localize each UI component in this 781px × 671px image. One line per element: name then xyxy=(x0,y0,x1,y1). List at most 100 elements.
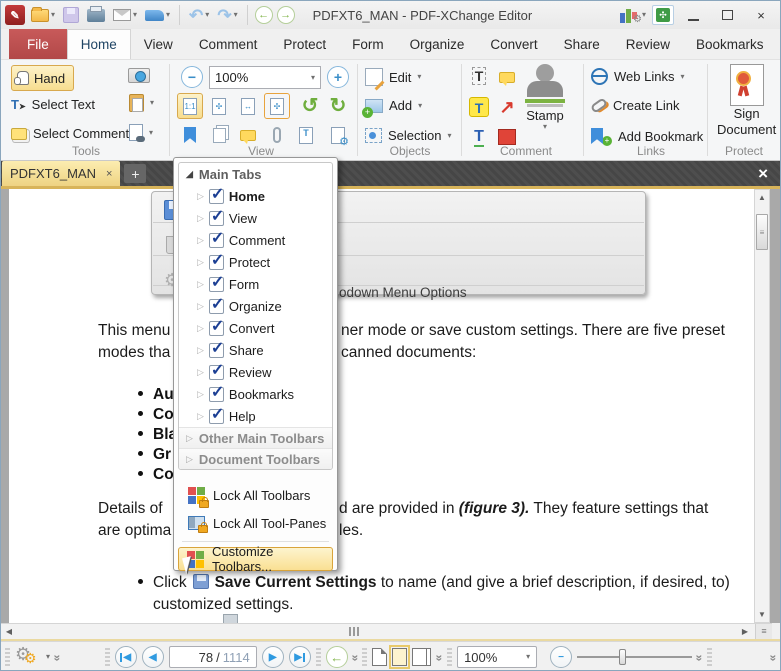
expand-icon[interactable]: ▷ xyxy=(197,279,204,290)
menu-item-form[interactable]: ▷✓Form xyxy=(179,273,332,295)
expand-icon[interactable]: ▷ xyxy=(197,213,204,224)
menu-item-convert[interactable]: ▷✓Convert xyxy=(179,317,332,339)
menu-item-review[interactable]: ▷✓Review xyxy=(179,361,332,383)
tab-convert[interactable]: Convert xyxy=(477,29,550,59)
sign-document-button[interactable]: Sign Document xyxy=(717,64,776,139)
expand-icon[interactable]: ▷ xyxy=(197,257,204,268)
checkbox-checked[interactable]: ✓ xyxy=(209,277,224,292)
expand-icon[interactable]: ▷ xyxy=(197,411,204,422)
vertical-scrollbar[interactable]: ▲ ≡ ▼ xyxy=(754,189,770,623)
menu-item-bookmarks[interactable]: ▷✓Bookmarks xyxy=(179,383,332,405)
checkbox-checked[interactable]: ✓ xyxy=(209,233,224,248)
add-objects-button[interactable]: Add ▾ xyxy=(365,98,422,113)
tab-comment[interactable]: Comment xyxy=(186,29,271,59)
expand-icon[interactable]: ▷ xyxy=(197,301,204,312)
zoom-combo[interactable]: 100% ▾ xyxy=(457,646,537,668)
rotate-ccw-button[interactable]: ↺ xyxy=(297,93,323,119)
typewriter-tool-button[interactable]: T xyxy=(472,68,487,86)
checkbox-checked[interactable]: ✓ xyxy=(209,255,224,270)
expand-icon[interactable]: ▷ xyxy=(197,367,204,378)
section-other-main-toolbars[interactable]: ▷Other Main Toolbars xyxy=(179,427,332,448)
menu-item-comment[interactable]: ▷✓Comment xyxy=(179,229,332,251)
maximize-button[interactable] xyxy=(712,4,742,26)
tab-protect[interactable]: Protect xyxy=(270,29,339,59)
menu-item-protect[interactable]: ▷✓Protect xyxy=(179,251,332,273)
select-comments-button[interactable]: Select Comments xyxy=(11,126,136,141)
stamp-button[interactable]: Stamp ▾ xyxy=(525,64,565,131)
menu-item-share[interactable]: ▷✓Share xyxy=(179,339,332,361)
zoom-in-button[interactable]: + xyxy=(327,66,349,88)
checkbox-checked[interactable]: ✓ xyxy=(209,321,224,336)
checkbox-checked[interactable]: ✓ xyxy=(209,343,224,358)
expand-chevron-icon[interactable]: » xyxy=(50,655,64,660)
first-page-button[interactable]: ◀ xyxy=(115,646,137,668)
new-tab-button[interactable]: + xyxy=(124,164,146,183)
menu-item-view[interactable]: ▷✓View xyxy=(179,207,332,229)
checkbox-checked[interactable]: ✓ xyxy=(209,365,224,380)
zoom-out-button[interactable]: − xyxy=(550,646,572,668)
options-gears-button[interactable]: ⚙⚙ xyxy=(15,647,41,667)
rotate-cw-button[interactable]: ↻ xyxy=(325,93,351,119)
scroll-right-icon[interactable]: ▶ xyxy=(738,625,752,638)
print-button[interactable] xyxy=(85,8,107,23)
expand-icon[interactable]: ▷ xyxy=(197,389,204,400)
fit-width-layout-button[interactable] xyxy=(392,648,407,666)
tab-share[interactable]: Share xyxy=(551,29,613,59)
tab-close-icon[interactable]: × xyxy=(106,168,112,180)
find-button[interactable]: ▾ xyxy=(129,124,153,141)
expand-chevron-icon[interactable]: » xyxy=(692,655,706,660)
next-page-button[interactable]: ▶ xyxy=(262,646,284,668)
redo-button[interactable]: ↷▾ xyxy=(215,6,239,25)
email-button[interactable]: ▾ xyxy=(111,8,139,22)
expand-icon[interactable]: ▷ xyxy=(197,191,204,202)
two-page-layout-button[interactable] xyxy=(412,648,427,666)
save-button[interactable] xyxy=(61,6,81,24)
slider-thumb[interactable] xyxy=(619,649,626,665)
expand-chevron-icon[interactable]: » xyxy=(767,655,781,660)
hand-tool-button[interactable]: Hand xyxy=(11,65,74,91)
checkbox-checked[interactable]: ✓ xyxy=(209,387,224,402)
menu-item-home[interactable]: ▷✓Home xyxy=(179,185,332,207)
scan-button[interactable]: ▾ xyxy=(143,9,172,22)
back-button[interactable]: ← xyxy=(255,6,273,24)
main-tabs-header[interactable]: ◢ Main Tabs xyxy=(179,163,332,185)
vertical-scroll-thumb[interactable]: ≡ xyxy=(756,214,768,250)
paste-button[interactable]: ▾ xyxy=(129,94,154,112)
rectangle-tool-button[interactable] xyxy=(498,129,516,145)
previous-page-button[interactable]: ◀ xyxy=(142,646,164,668)
app-logo-icon[interactable]: ✎ xyxy=(5,5,25,25)
highlight-tool-button[interactable]: T xyxy=(469,97,489,117)
checkbox-checked[interactable]: ✓ xyxy=(209,299,224,314)
expand-icon[interactable]: ▷ xyxy=(197,323,204,334)
expand-chevron-icon[interactable]: » xyxy=(433,655,447,660)
checkbox-checked[interactable]: ✓ xyxy=(209,211,224,226)
last-page-button[interactable]: ▶ xyxy=(289,646,311,668)
tab-organize[interactable]: Organize xyxy=(397,29,478,59)
expand-icon[interactable]: ▷ xyxy=(197,235,204,246)
scroll-down-icon[interactable]: ▼ xyxy=(755,607,769,622)
menu-item-organize[interactable]: ▷✓Organize xyxy=(179,295,332,317)
section-document-toolbars[interactable]: ▷Document Toolbars xyxy=(179,448,332,469)
selection-button[interactable]: Selection ▾ xyxy=(365,128,452,143)
scroll-up-icon[interactable]: ▲ xyxy=(755,190,769,205)
checkbox-checked[interactable]: ✓ xyxy=(209,189,224,204)
tab-review[interactable]: Review xyxy=(613,29,683,59)
close-document-icon[interactable]: × xyxy=(758,164,768,184)
edit-objects-button[interactable]: Edit ▾ xyxy=(365,68,421,86)
fit-page-button[interactable]: ✣ xyxy=(206,93,232,119)
fullscreen-button[interactable]: ✣ xyxy=(652,5,674,25)
ui-options-button[interactable]: ⚙ ▾ xyxy=(618,6,648,24)
scroll-left-icon[interactable]: ◀ xyxy=(2,625,16,638)
expand-chevron-icon[interactable]: » xyxy=(348,655,362,660)
close-button[interactable]: × xyxy=(746,4,776,26)
minimize-button[interactable] xyxy=(678,4,708,26)
document-tab-active[interactable]: PDFXT6_MAN × xyxy=(2,161,120,186)
pdf-page[interactable]: ⚙ odown Menu Options This menu ner mode … xyxy=(9,189,756,623)
snapshot-button[interactable] xyxy=(128,68,150,83)
previous-view-button[interactable]: ← xyxy=(326,646,348,668)
splitter-grip[interactable] xyxy=(349,627,361,636)
expand-icon[interactable]: ▷ xyxy=(197,345,204,356)
tab-file[interactable]: File xyxy=(9,29,67,59)
add-bookmark-button[interactable]: + Add Bookmark xyxy=(591,126,703,146)
tab-help[interactable]: Help xyxy=(777,29,781,59)
